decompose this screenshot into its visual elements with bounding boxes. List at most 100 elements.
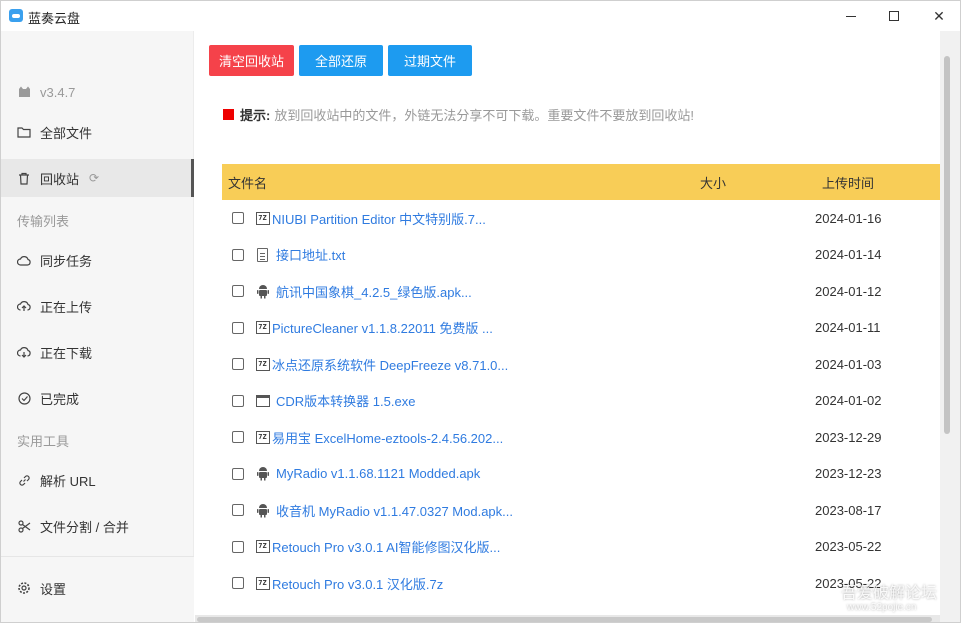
- android-icon: [255, 503, 270, 518]
- sidebar-item-label: 同步任务: [40, 253, 93, 269]
- row-checkbox[interactable]: [232, 285, 244, 297]
- upload-date: 2023-12-23: [815, 466, 882, 481]
- android-icon: [255, 284, 270, 299]
- vertical-scrollbar[interactable]: [940, 31, 960, 622]
- scissors-icon: [17, 519, 31, 533]
- section-tools: 实用工具: [17, 434, 70, 449]
- watermark-url: www.52pojie.cn: [847, 602, 917, 613]
- sidebar-item-label: 解析 URL: [40, 473, 96, 489]
- cloud-app-icon: [9, 9, 23, 22]
- table-row[interactable]: 7Z NIUBI Partition Editor 中文特别版.7... 2024-…: [222, 200, 940, 236]
- folder-icon: [17, 125, 31, 139]
- archive-icon: 7Z: [255, 539, 270, 554]
- file-name-link[interactable]: 航讯中国象棋_4.2.5_绿色版.apk...: [276, 282, 472, 301]
- sidebar-item-all-files[interactable]: 全部文件: [1, 113, 194, 151]
- table-header: 文件名 大小 上传时间: [222, 164, 940, 200]
- app-window: 蓝奏云盘 ✕ v3.4.7 全部文件 回收站 ⟳ 传输列表 同步任务 正在上传 …: [0, 0, 961, 623]
- text-file-icon: [255, 247, 270, 262]
- row-checkbox[interactable]: [232, 540, 244, 553]
- table-row[interactable]: 航讯中国象棋_4.2.5_绿色版.apk... 2024-01-12: [222, 273, 940, 309]
- window-title: 蓝奏云盘: [28, 11, 81, 26]
- row-checkbox[interactable]: [232, 467, 244, 480]
- table-row[interactable]: 7Z 冰点还原系统软件 DeepFreeze v8.71.0... 2024-01-…: [222, 346, 940, 382]
- row-checkbox[interactable]: [232, 504, 244, 516]
- row-checkbox[interactable]: [232, 577, 244, 589]
- row-checkbox[interactable]: [232, 394, 244, 407]
- column-header-time[interactable]: 上传时间: [822, 173, 874, 192]
- table-row[interactable]: 7Z 易用宝 ExcelHome-eztools-2.4.56.202... 202…: [222, 419, 940, 455]
- cloud-upload-icon: [17, 299, 31, 313]
- sidebar-item-label: 回收站: [40, 171, 80, 187]
- upload-date: 2024-01-16: [815, 210, 882, 226]
- sidebar-item-recycle-bin[interactable]: 回收站 ⟳: [1, 159, 194, 197]
- scrollbar-thumb[interactable]: [944, 56, 950, 434]
- file-name-link[interactable]: 易用宝 ExcelHome-eztools-2.4.56.202...: [272, 428, 503, 447]
- sidebar-item-label: 全部文件: [40, 125, 93, 141]
- expired-files-button[interactable]: 过期文件: [388, 45, 472, 76]
- table-row[interactable]: MyRadio v1.1.68.1121 Modded.apk 2023-12-2…: [222, 456, 940, 492]
- file-name-link[interactable]: Retouch Pro v3.0.1 AI智能修图汉化版...: [272, 537, 500, 556]
- upload-date: 2024-01-14: [815, 247, 882, 262]
- row-checkbox[interactable]: [232, 431, 244, 443]
- row-checkbox[interactable]: [232, 212, 244, 224]
- close-button[interactable]: ✕: [916, 1, 960, 31]
- file-name-link[interactable]: MyRadio v1.1.68.1121 Modded.apk: [276, 466, 480, 481]
- section-transfer-list: 传输列表: [17, 214, 70, 229]
- android-icon: [255, 466, 270, 481]
- check-circle-icon: [17, 391, 31, 405]
- sidebar-item-label: 设置: [40, 581, 67, 597]
- sidebar-item-settings[interactable]: 设置: [1, 569, 194, 607]
- table-row[interactable]: CDR版本转换器 1.5.exe 2024-01-02: [222, 383, 940, 419]
- sidebar-item-split-merge[interactable]: 文件分割 / 合并: [1, 507, 194, 545]
- file-name-link[interactable]: Retouch Pro v3.0.1 汉化版.7z: [272, 574, 443, 593]
- file-name-link[interactable]: CDR版本转换器 1.5.exe: [276, 391, 415, 410]
- sidebar-item-uploading[interactable]: 正在上传: [1, 287, 194, 325]
- maximize-button[interactable]: [871, 1, 917, 31]
- column-header-name[interactable]: 文件名: [228, 173, 267, 192]
- tip-text: 放到回收站中的文件，外链无法分享不可下载。重要文件不要放到回收站!: [274, 108, 694, 123]
- archive-icon: 7Z: [255, 320, 270, 335]
- table-row[interactable]: 收音机 MyRadio v1.1.47.0327 Mod.apk... 2023-…: [222, 492, 940, 528]
- restore-all-button[interactable]: 全部还原: [299, 45, 383, 76]
- github-cat-icon: [17, 85, 31, 99]
- sidebar-item-parse-url[interactable]: 解析 URL: [1, 461, 194, 499]
- column-header-size[interactable]: 大小: [700, 173, 726, 192]
- table-row[interactable]: 7Z PictureCleaner v1.1.8.22011 免费版 ... 202…: [222, 310, 940, 346]
- sidebar-item-downloading[interactable]: 正在下载: [1, 333, 194, 371]
- row-checkbox[interactable]: [232, 321, 244, 334]
- upload-date: 2024-01-12: [815, 283, 882, 299]
- archive-icon: 7Z: [255, 576, 270, 591]
- row-checkbox[interactable]: [232, 248, 244, 261]
- clear-recycle-bin-button[interactable]: 清空回收站: [209, 45, 294, 76]
- table-row[interactable]: 7Z Retouch Pro v3.0.1 AI智能修图汉化版... 2023-05…: [222, 529, 940, 565]
- close-icon: ✕: [933, 7, 945, 24]
- minimize-button[interactable]: [828, 1, 874, 31]
- upload-date: 2024-01-03: [815, 356, 882, 372]
- upload-date: 2023-05-22: [815, 539, 882, 554]
- sidebar-item-completed[interactable]: 已完成: [1, 379, 194, 417]
- table-row[interactable]: 接口地址.txt 2024-01-14: [222, 237, 940, 273]
- upload-date: 2024-01-11: [815, 320, 881, 335]
- archive-icon: 7Z: [255, 211, 270, 226]
- table-row[interactable]: 7Z Retouch Pro v3.0.1 汉化版.7z 2023-05-22: [222, 565, 940, 601]
- file-name-link[interactable]: 冰点还原系统软件 DeepFreeze v8.71.0...: [272, 355, 508, 374]
- sidebar-item-sync-tasks[interactable]: 同步任务: [1, 241, 194, 279]
- sidebar-item-label: 正在上传: [40, 299, 93, 315]
- link-icon: [17, 473, 31, 487]
- upload-date: 2023-12-29: [815, 429, 882, 445]
- file-name-link[interactable]: PictureCleaner v1.1.8.22011 免费版 ...: [272, 318, 493, 337]
- version-label: v3.4.7: [40, 84, 76, 100]
- row-checkbox[interactable]: [232, 358, 244, 370]
- refresh-icon[interactable]: ⟳: [89, 171, 99, 185]
- scrollbar-thumb[interactable]: [197, 617, 932, 622]
- cloud-download-icon: [17, 345, 31, 359]
- window-app-icon: [255, 393, 270, 408]
- sidebar-item-label: 正在下载: [40, 345, 93, 361]
- file-name-link[interactable]: 接口地址.txt: [276, 245, 345, 264]
- file-name-link[interactable]: 收音机 MyRadio v1.1.47.0327 Mod.apk...: [276, 501, 513, 520]
- tip-label: 提示:: [240, 108, 271, 123]
- trash-icon: [17, 171, 31, 185]
- file-name-link[interactable]: NIUBI Partition Editor 中文特别版.7...: [272, 209, 486, 228]
- archive-icon: 7Z: [255, 357, 270, 372]
- horizontal-scrollbar[interactable]: [195, 615, 940, 622]
